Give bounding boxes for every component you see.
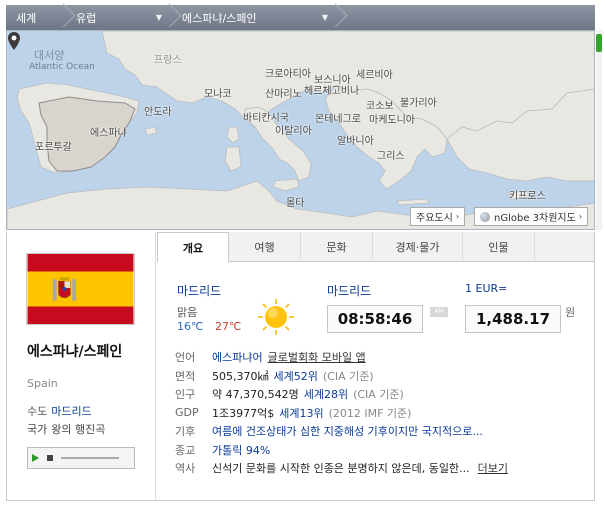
globe-icon: [480, 211, 490, 222]
map-label-malta: 몰타: [286, 198, 305, 209]
country-summary: 에스파냐/스페인 Spain 수도 마드리드 국가 왕의 행진곡: [7, 232, 156, 500]
map-label-montenegro: 몬테네그로: [315, 114, 361, 125]
anthem-player: [27, 447, 135, 469]
conversation-app-link[interactable]: 글로벌회화 모바일 앱: [268, 349, 366, 365]
anthem-row: 국가 왕의 행진곡: [27, 423, 106, 436]
fact-language: 언어 에스파냐어 글로벌회화 모바일 앱: [175, 349, 366, 365]
fact-population: 인구 약 47,370,542명 세계28위 (CIA 기준): [175, 388, 404, 402]
weather-condition: 맑음: [177, 306, 198, 319]
map-label-italy: 이탈리아: [275, 126, 312, 137]
scrollbar[interactable]: [595, 30, 603, 230]
exchange-label: 1 EUR=: [465, 282, 508, 295]
map-label-atlantic: 대서양: [34, 49, 65, 62]
map-label-herzegovina: 헤르체고비나: [304, 86, 360, 97]
country-info-panel: 에스파냐/스페인 Spain 수도 마드리드 국가 왕의 행진곡 개요 여행 문화 …: [6, 232, 595, 501]
map-label-france: 프랑스: [154, 55, 182, 66]
country-name-english: Spain: [27, 377, 58, 390]
fact-area: 면적 505,370㎢ 세계52위 (CIA 기준): [175, 369, 374, 383]
major-cities-button[interactable]: 주요도시 ›: [410, 207, 466, 226]
chevron-right-icon: ›: [578, 212, 583, 221]
map-label-macedonia: 마케도니아: [369, 115, 415, 126]
play-icon[interactable]: [32, 454, 39, 462]
country-name: 에스파냐/스페인: [27, 344, 123, 360]
nglobe-3d-map-button[interactable]: nGlobe 3차원지도 ›: [474, 207, 589, 226]
fact-religion: 종교 가톨릭 94%: [175, 443, 271, 457]
breadcrumb-region[interactable]: 유럽 ▼: [66, 5, 172, 30]
audio-progress-track[interactable]: [61, 457, 119, 459]
tab-people[interactable]: 인물: [463, 232, 535, 262]
weather-low-temp: 16℃: [177, 320, 204, 333]
map-label-croatia: 크로아티아: [265, 69, 311, 80]
fact-history: 역사 신석기 문화를 시작한 인종은 분명하지 않은데, 동일한... 더보기: [175, 460, 508, 476]
map-label-serbia: 세르비아: [356, 70, 393, 81]
am-pm-indicator: AM: [430, 307, 448, 317]
fact-climate: 기후 여름에 건조상태가 심한 지중해성 기후이지만 국지적으로...: [175, 425, 483, 439]
stop-icon[interactable]: [47, 455, 53, 461]
breadcrumb-world[interactable]: 세계: [6, 5, 66, 30]
country-details: 개요 여행 문화 경제·물가 인물 마드리드 맑음 16℃ 27℃ 마드리드 0…: [157, 232, 594, 500]
map-label-spain: 에스파냐: [90, 128, 127, 139]
chevron-right-icon: ›: [455, 212, 460, 221]
local-time: 08:58:46: [327, 305, 423, 333]
exchange-rate: 1,488.17: [465, 305, 561, 333]
map-label-atlantic-en: Atlantic Ocean: [29, 62, 95, 72]
weather-city[interactable]: 마드리드: [177, 282, 221, 299]
breadcrumb-country[interactable]: 에스파냐/스페인 ▼: [172, 5, 338, 30]
chevron-down-icon: ▼: [155, 13, 162, 22]
fact-list: 언어 에스파냐어 글로벌회화 모바일 앱 면적 505,370㎢ 세계52위 (…: [175, 348, 590, 478]
map-label-monaco: 모나코: [204, 89, 232, 100]
location-pin-icon: [8, 32, 20, 50]
map-label-sanmarino: 산마리노: [265, 89, 302, 100]
map-label-bulgaria: 불가리아: [400, 98, 437, 109]
capital-row: 수도 마드리드: [27, 405, 92, 418]
tab-economy[interactable]: 경제·물가: [373, 232, 463, 262]
time-city: 마드리드: [327, 284, 372, 298]
map-label-kosovo: 코소보: [366, 101, 394, 112]
tab-culture[interactable]: 문화: [301, 232, 373, 262]
tab-travel[interactable]: 여행: [229, 232, 301, 262]
capital-link[interactable]: 마드리드: [51, 405, 91, 418]
weather-high-temp: 27℃: [215, 320, 242, 333]
map-label-portugal: 포르투갈: [35, 142, 72, 153]
chevron-down-icon: ▼: [321, 13, 328, 22]
breadcrumb: 세계 유럽 ▼ 에스파냐/스페인 ▼: [6, 5, 595, 30]
map[interactable]: 대서양 Atlantic Ocean 프랑스 모나코 안도라 에스파냐 포르투갈…: [6, 30, 595, 230]
map-label-andorra: 안도라: [144, 107, 172, 118]
map-label-albania: 알바니아: [337, 136, 374, 147]
tab-overview[interactable]: 개요: [157, 232, 229, 263]
tab-bar: 개요 여행 문화 경제·물가 인물: [157, 232, 594, 263]
map-label-cyprus: 키프로스: [509, 191, 546, 202]
fact-gdp: GDP 1조3977억$ 세계13위 (2012 IMF 기준): [175, 406, 412, 420]
spain-flag-icon: [26, 253, 135, 325]
map-label-greece: 그리스: [377, 151, 405, 162]
sunny-icon: [258, 299, 294, 335]
more-link[interactable]: 더보기: [478, 460, 508, 476]
exchange-unit: 원: [565, 306, 576, 319]
